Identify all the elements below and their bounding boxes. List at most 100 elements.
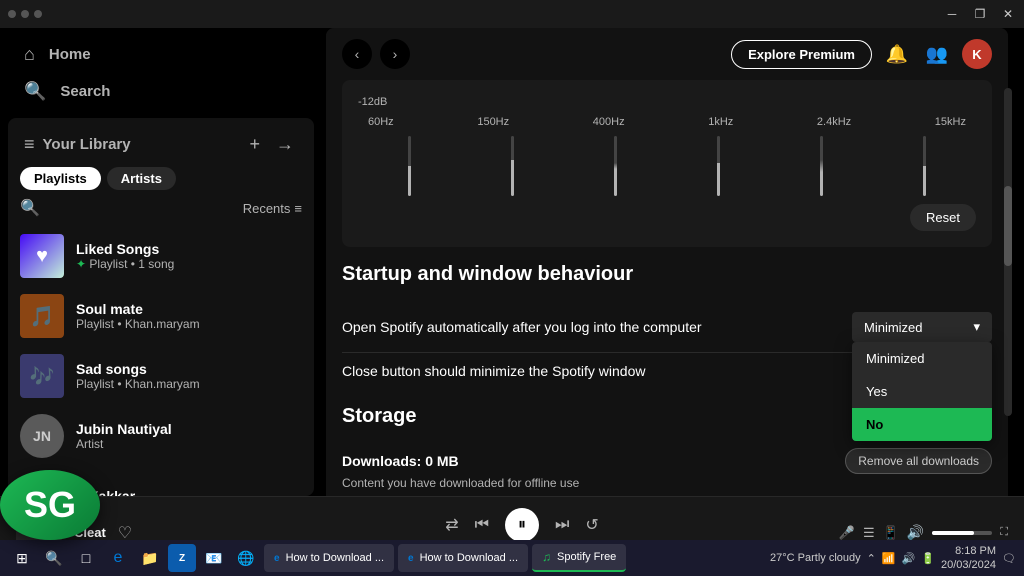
eq-bar-15khz[interactable] xyxy=(923,136,926,196)
library-title: Your Library xyxy=(43,136,131,153)
queue-button[interactable]: ☰ xyxy=(863,525,875,541)
close-button[interactable]: ✕ xyxy=(1000,6,1016,22)
eq-label-2_4khz: 2.4kHz xyxy=(817,116,851,128)
library-expand-button[interactable]: → xyxy=(272,130,298,159)
maximize-button[interactable]: ❐ xyxy=(972,6,988,22)
downloads-desc: Content you have downloaded for offline … xyxy=(342,476,992,490)
right-scrollbar[interactable] xyxy=(1016,28,1024,496)
user-avatar[interactable]: K xyxy=(962,39,992,69)
eq-bar-1khz[interactable] xyxy=(717,136,720,196)
eq-label-400hz: 400Hz xyxy=(593,116,625,128)
library-search-icon[interactable]: 🔍 xyxy=(20,198,40,218)
list-item-soul-mate[interactable]: 🎵 Soul mate Playlist • Khan.maryam xyxy=(8,286,314,346)
titlebar-dots xyxy=(8,10,42,18)
windows-start-button[interactable]: ⊞ xyxy=(8,544,36,572)
library-add-button[interactable]: + xyxy=(245,130,264,159)
topbar-nav: ‹ › xyxy=(342,39,410,69)
sidebar-nav: ⌂ Home 🔍 Search xyxy=(0,28,322,118)
settings-scroll[interactable]: -12dB 60Hz 150Hz 400Hz 1kHz 2.4kHz 15kHz xyxy=(326,80,1008,496)
home-icon: ⌂ xyxy=(24,44,35,65)
windows-taskbar: ⊞ 🔍 □ e 📁 Z 📧 🌐 e How to Download ... e … xyxy=(0,540,1024,576)
repeat-button[interactable]: ↺ xyxy=(585,515,598,535)
sad-songs-info: Sad songs Playlist • Khan.maryam xyxy=(76,361,200,391)
scrollbar-thumb[interactable] xyxy=(1004,186,1012,266)
list-item-liked-songs[interactable]: ♥ Liked Songs ✦ Playlist • 1 song xyxy=(8,226,314,286)
taskbar-left: ⊞ 🔍 □ e 📁 Z 📧 🌐 e How to Download ... e … xyxy=(8,544,626,572)
liked-songs-info: Liked Songs ✦ Playlist • 1 song xyxy=(76,241,174,271)
sad-songs-sub: Playlist • Khan.maryam xyxy=(76,377,200,391)
soul-mate-name: Soul mate xyxy=(76,301,200,317)
prev-button[interactable]: ⏮ xyxy=(475,516,489,534)
eq-bar-400hz[interactable] xyxy=(614,136,617,196)
taskbar-file-explorer-icon[interactable]: 📁 xyxy=(136,544,164,572)
eq-bar-2_4khz[interactable] xyxy=(820,136,823,196)
sidebar-item-search[interactable]: 🔍 Search xyxy=(12,73,310,110)
auto-open-dropdown-button[interactable]: Minimized ▾ xyxy=(852,312,992,342)
library-icon: ≡ xyxy=(24,134,35,155)
sidebar-item-home[interactable]: ⌂ Home xyxy=(12,36,310,73)
downloads-label: Downloads: 0 MB xyxy=(342,453,459,469)
eq-reset-row: Reset xyxy=(358,204,976,231)
minimize-button[interactable]: ─ xyxy=(944,6,960,22)
library-tabs: Playlists Artists xyxy=(8,167,314,198)
eq-label-150hz: 150Hz xyxy=(477,116,509,128)
eq-bar-60hz[interactable] xyxy=(408,136,411,196)
search-icon: 🔍 xyxy=(24,81,46,102)
dropdown-option-minimized[interactable]: Minimized xyxy=(852,342,992,375)
friends-button[interactable]: 👥 xyxy=(922,39,952,69)
eq-db-label: -12dB xyxy=(358,96,976,108)
auto-open-label: Open Spotify automatically after you log… xyxy=(342,319,702,335)
taskbar-mail-icon[interactable]: 📧 xyxy=(200,544,228,572)
liked-songs-name: Liked Songs xyxy=(76,241,174,257)
play-pause-button[interactable]: ⏸ xyxy=(505,508,539,542)
tab-artists[interactable]: Artists xyxy=(107,167,176,190)
taskbar-speaker-icon[interactable]: 🔊 xyxy=(902,552,916,565)
titlebar: ─ ❐ ✕ xyxy=(0,0,1024,28)
taskbar-notification-icon[interactable]: 🗨 xyxy=(1002,552,1016,565)
dropdown-option-no[interactable]: No xyxy=(852,408,992,441)
eq-bar-150hz[interactable] xyxy=(511,136,514,196)
tab-playlists[interactable]: Playlists xyxy=(20,167,101,190)
shuffle-button[interactable]: ⇄ xyxy=(445,515,458,535)
list-item-jubin[interactable]: JN Jubin Nautiyal Artist xyxy=(8,406,314,466)
taskbar-weather: 27°C Partly cloudy xyxy=(770,552,861,564)
sidebar: ⌂ Home 🔍 Search ≡ Your Library + → Pl xyxy=(0,28,322,496)
library-list: ♥ Liked Songs ✦ Playlist • 1 song 🎵 xyxy=(8,226,314,496)
taskbar-right: 27°C Partly cloudy ⌃ 📶 🔊 🔋 8:18 PM 20/03… xyxy=(770,544,1016,573)
back-button[interactable]: ‹ xyxy=(342,39,372,69)
downloads-row-header: Downloads: 0 MB Remove all downloads xyxy=(342,448,992,474)
taskbar-zoom-icon[interactable]: Z xyxy=(168,544,196,572)
liked-songs-sub: ✦ Playlist • 1 song xyxy=(76,257,174,271)
lyrics-button[interactable]: 🎤 xyxy=(839,525,855,541)
next-button[interactable]: ⏭ xyxy=(555,516,569,534)
taskbar-app-download-1[interactable]: e How to Download ... xyxy=(264,544,394,572)
notifications-button[interactable]: 🔔 xyxy=(882,39,912,69)
soul-mate-thumb: 🎵 xyxy=(20,294,64,338)
taskbar-search-icon[interactable]: 🔍 xyxy=(40,544,68,572)
library-header: ≡ Your Library + → xyxy=(8,118,314,167)
volume-icon[interactable]: 🔊 xyxy=(907,524,924,541)
taskbar-edge-icon[interactable]: e xyxy=(104,544,132,572)
list-item-sad-songs[interactable]: 🎶 Sad songs Playlist • Khan.maryam xyxy=(8,346,314,406)
fullscreen-button[interactable]: ⛶ xyxy=(1000,526,1008,539)
devices-button[interactable]: 📱 xyxy=(883,525,899,541)
taskbar-app-spotify[interactable]: ♫ Spotify Free xyxy=(532,544,626,572)
titlebar-controls: ─ ❐ ✕ xyxy=(944,6,1016,22)
explore-premium-button[interactable]: Explore Premium xyxy=(731,40,872,69)
jubin-thumb: JN xyxy=(20,414,64,458)
library-recents[interactable]: Recents ≡ xyxy=(243,201,302,216)
volume-bar[interactable] xyxy=(932,531,992,535)
taskbar-app-download-2[interactable]: e How to Download ... xyxy=(398,544,528,572)
taskbar-up-arrow[interactable]: ⌃ xyxy=(867,552,876,565)
taskbar-task-view-icon[interactable]: □ xyxy=(72,544,100,572)
liked-songs-thumb: ♥ xyxy=(20,234,64,278)
taskbar-chrome-icon[interactable]: 🌐 xyxy=(232,544,260,572)
startup-section-title: Startup and window behaviour xyxy=(342,263,992,286)
eq-reset-button[interactable]: Reset xyxy=(910,204,976,231)
remove-all-downloads-button[interactable]: Remove all downloads xyxy=(845,448,992,474)
dropdown-option-yes[interactable]: Yes xyxy=(852,375,992,408)
recents-sort-icon: ≡ xyxy=(294,201,302,216)
sidebar-item-search-label: Search xyxy=(60,83,110,100)
forward-button[interactable]: › xyxy=(380,39,410,69)
downloads-row: Downloads: 0 MB Remove all downloads Con… xyxy=(342,440,992,496)
